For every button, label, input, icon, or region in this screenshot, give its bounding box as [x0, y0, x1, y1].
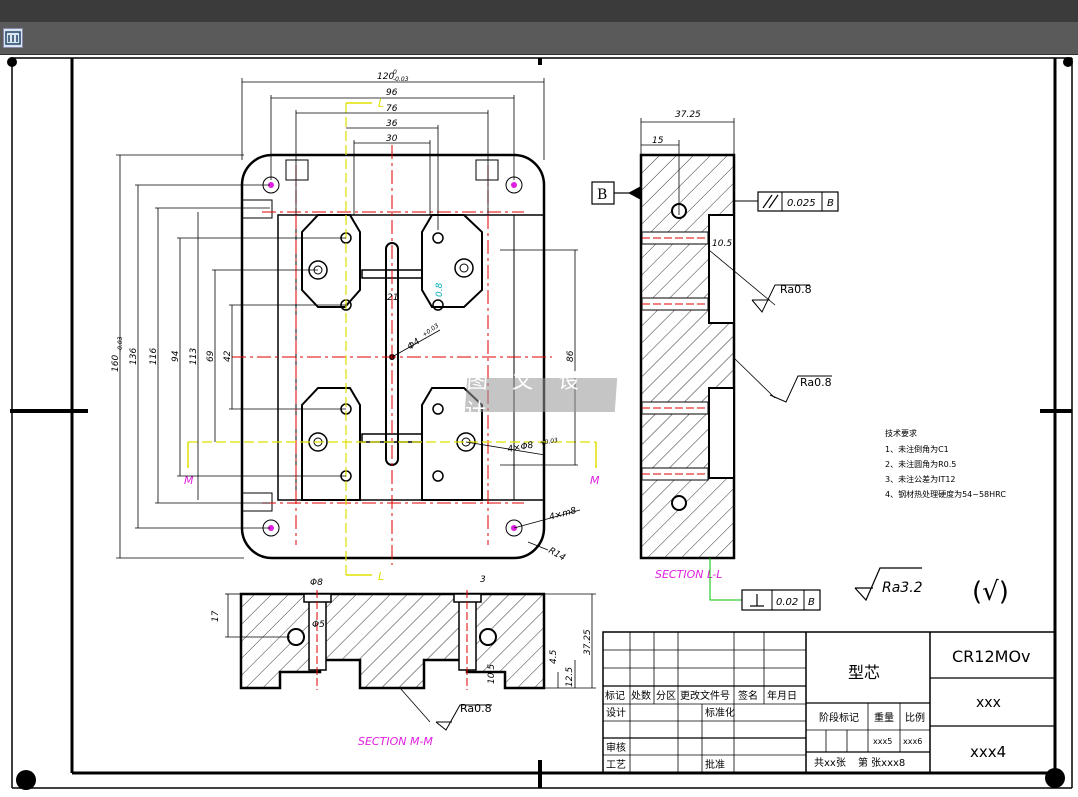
section-m-m-label: SECTION M-M	[358, 735, 433, 748]
row-design: 设计	[606, 706, 626, 719]
part-name: 型芯	[848, 663, 880, 682]
row-review: 审核	[606, 741, 626, 754]
dim-bottom-17: 17	[211, 610, 221, 622]
dim-136: 136	[129, 348, 139, 365]
tech-item-3: 3、未注公差为IT12	[885, 474, 956, 484]
dim-94: 94	[171, 350, 181, 362]
dim-bottom-10-5: 10.5	[487, 664, 497, 684]
dim-36: 36	[386, 119, 398, 129]
scale-value: xxx6	[903, 737, 922, 746]
plan-view[interactable]: L L M M	[184, 97, 600, 583]
dim-bottom-phi5: Φ5	[312, 620, 325, 630]
dim-4xphi8-tol: +0.03	[539, 437, 559, 447]
weight-value: xxx5	[873, 737, 892, 746]
section-l-l-label: SECTION L-L	[655, 568, 722, 581]
dim-160-tol: -0.03	[117, 336, 124, 352]
section-m-m-view[interactable]	[225, 590, 596, 731]
roughness-parenthesis: (√)	[972, 577, 1009, 607]
parallel-value: 0.025	[787, 198, 816, 209]
row-process: 工艺	[606, 759, 626, 771]
dim-bottom-4-5: 4.5	[549, 649, 559, 664]
roughness-3-label: Ra0.8	[460, 702, 492, 715]
header-zone: 分区	[656, 690, 676, 702]
dim-phi4-tol: +0.03	[421, 322, 440, 338]
organization: xxx	[976, 695, 1001, 711]
dim-120-tol-down: -0.03	[393, 76, 409, 83]
header-count: 处数	[631, 689, 651, 702]
row-standardization: 标准化	[705, 706, 735, 719]
row-approve: 批准	[705, 758, 725, 771]
tech-item-1: 1、未注倒角为C1	[885, 444, 949, 454]
dim-r14: R14	[547, 546, 568, 564]
dim-21: 21	[387, 293, 398, 303]
dim-120: 120	[377, 72, 394, 82]
parallelism-tolerance	[734, 191, 839, 212]
dim-76: 76	[386, 104, 398, 114]
tool-icon[interactable]	[3, 28, 23, 48]
header-sign: 签名	[738, 689, 758, 702]
weight-label: 重量	[874, 711, 894, 724]
dim-37-25: 37.25	[675, 110, 701, 120]
dim-r08: 0.8	[435, 282, 445, 297]
perp-value: 0.02	[776, 597, 798, 608]
datum-b: B	[597, 187, 607, 203]
dim-42: 42	[223, 350, 233, 362]
roughness-general-label: Ra3.2	[882, 580, 923, 596]
sheet-count: 共xx张	[814, 757, 846, 769]
dim-bottom-3: 3	[480, 575, 486, 585]
scale-label: 比例	[905, 711, 925, 724]
sheet-number: 第 张xxx8	[858, 756, 905, 769]
stage-mark: 阶段标记	[819, 711, 859, 724]
section-mark-m-right: M	[590, 474, 600, 487]
dim-10-5: 10.5	[712, 239, 732, 249]
tech-item-2: 2、未注圆角为R0.5	[885, 459, 956, 469]
dim-69: 69	[206, 350, 216, 362]
perpendicularity-tolerance	[709, 558, 821, 611]
section-l-l-view[interactable]	[628, 118, 776, 560]
section-mark-l-top: L	[378, 97, 384, 110]
dim-bottom-12-5: 12.5	[565, 667, 575, 687]
parallel-ref: B	[827, 198, 834, 209]
dim-96: 96	[386, 88, 398, 98]
dim-bottom-37-25: 37.25	[583, 629, 593, 655]
toolbar	[0, 22, 1078, 55]
dim-113: 113	[189, 348, 199, 365]
tech-item-4: 4、钢材热处理硬度为54~58HRC	[885, 489, 1006, 499]
dim-bottom-phi8: Φ8	[310, 578, 323, 588]
window-title-bar	[0, 0, 1078, 22]
dim-160: 160	[111, 355, 121, 372]
dim-30: 30	[386, 134, 398, 144]
dim-116: 116	[149, 348, 159, 365]
dim-86: 86	[566, 350, 576, 362]
tech-requirements: 技术要求 1、未注倒角为C1 2、未注圆角为R0.5 3、未注公差为IT12 4…	[885, 428, 1006, 499]
dim-120-tol-up: 0	[393, 69, 397, 76]
perp-ref: B	[808, 597, 815, 608]
header-mark: 标记	[605, 690, 625, 702]
tech-title: 技术要求	[885, 428, 917, 438]
watermark: 图 文 设 计	[464, 369, 618, 423]
header-docno: 更改文件号	[680, 689, 730, 702]
material: CR12MOv	[952, 647, 1031, 666]
header-date: 年月日	[767, 689, 797, 702]
dim-15: 15	[652, 136, 664, 146]
roughness-1-label: Ra0.8	[780, 283, 812, 296]
section-mark-l-bottom: L	[378, 570, 384, 583]
roughness-2-label: Ra0.8	[800, 376, 832, 389]
drawing-number: xxx4	[970, 743, 1006, 761]
